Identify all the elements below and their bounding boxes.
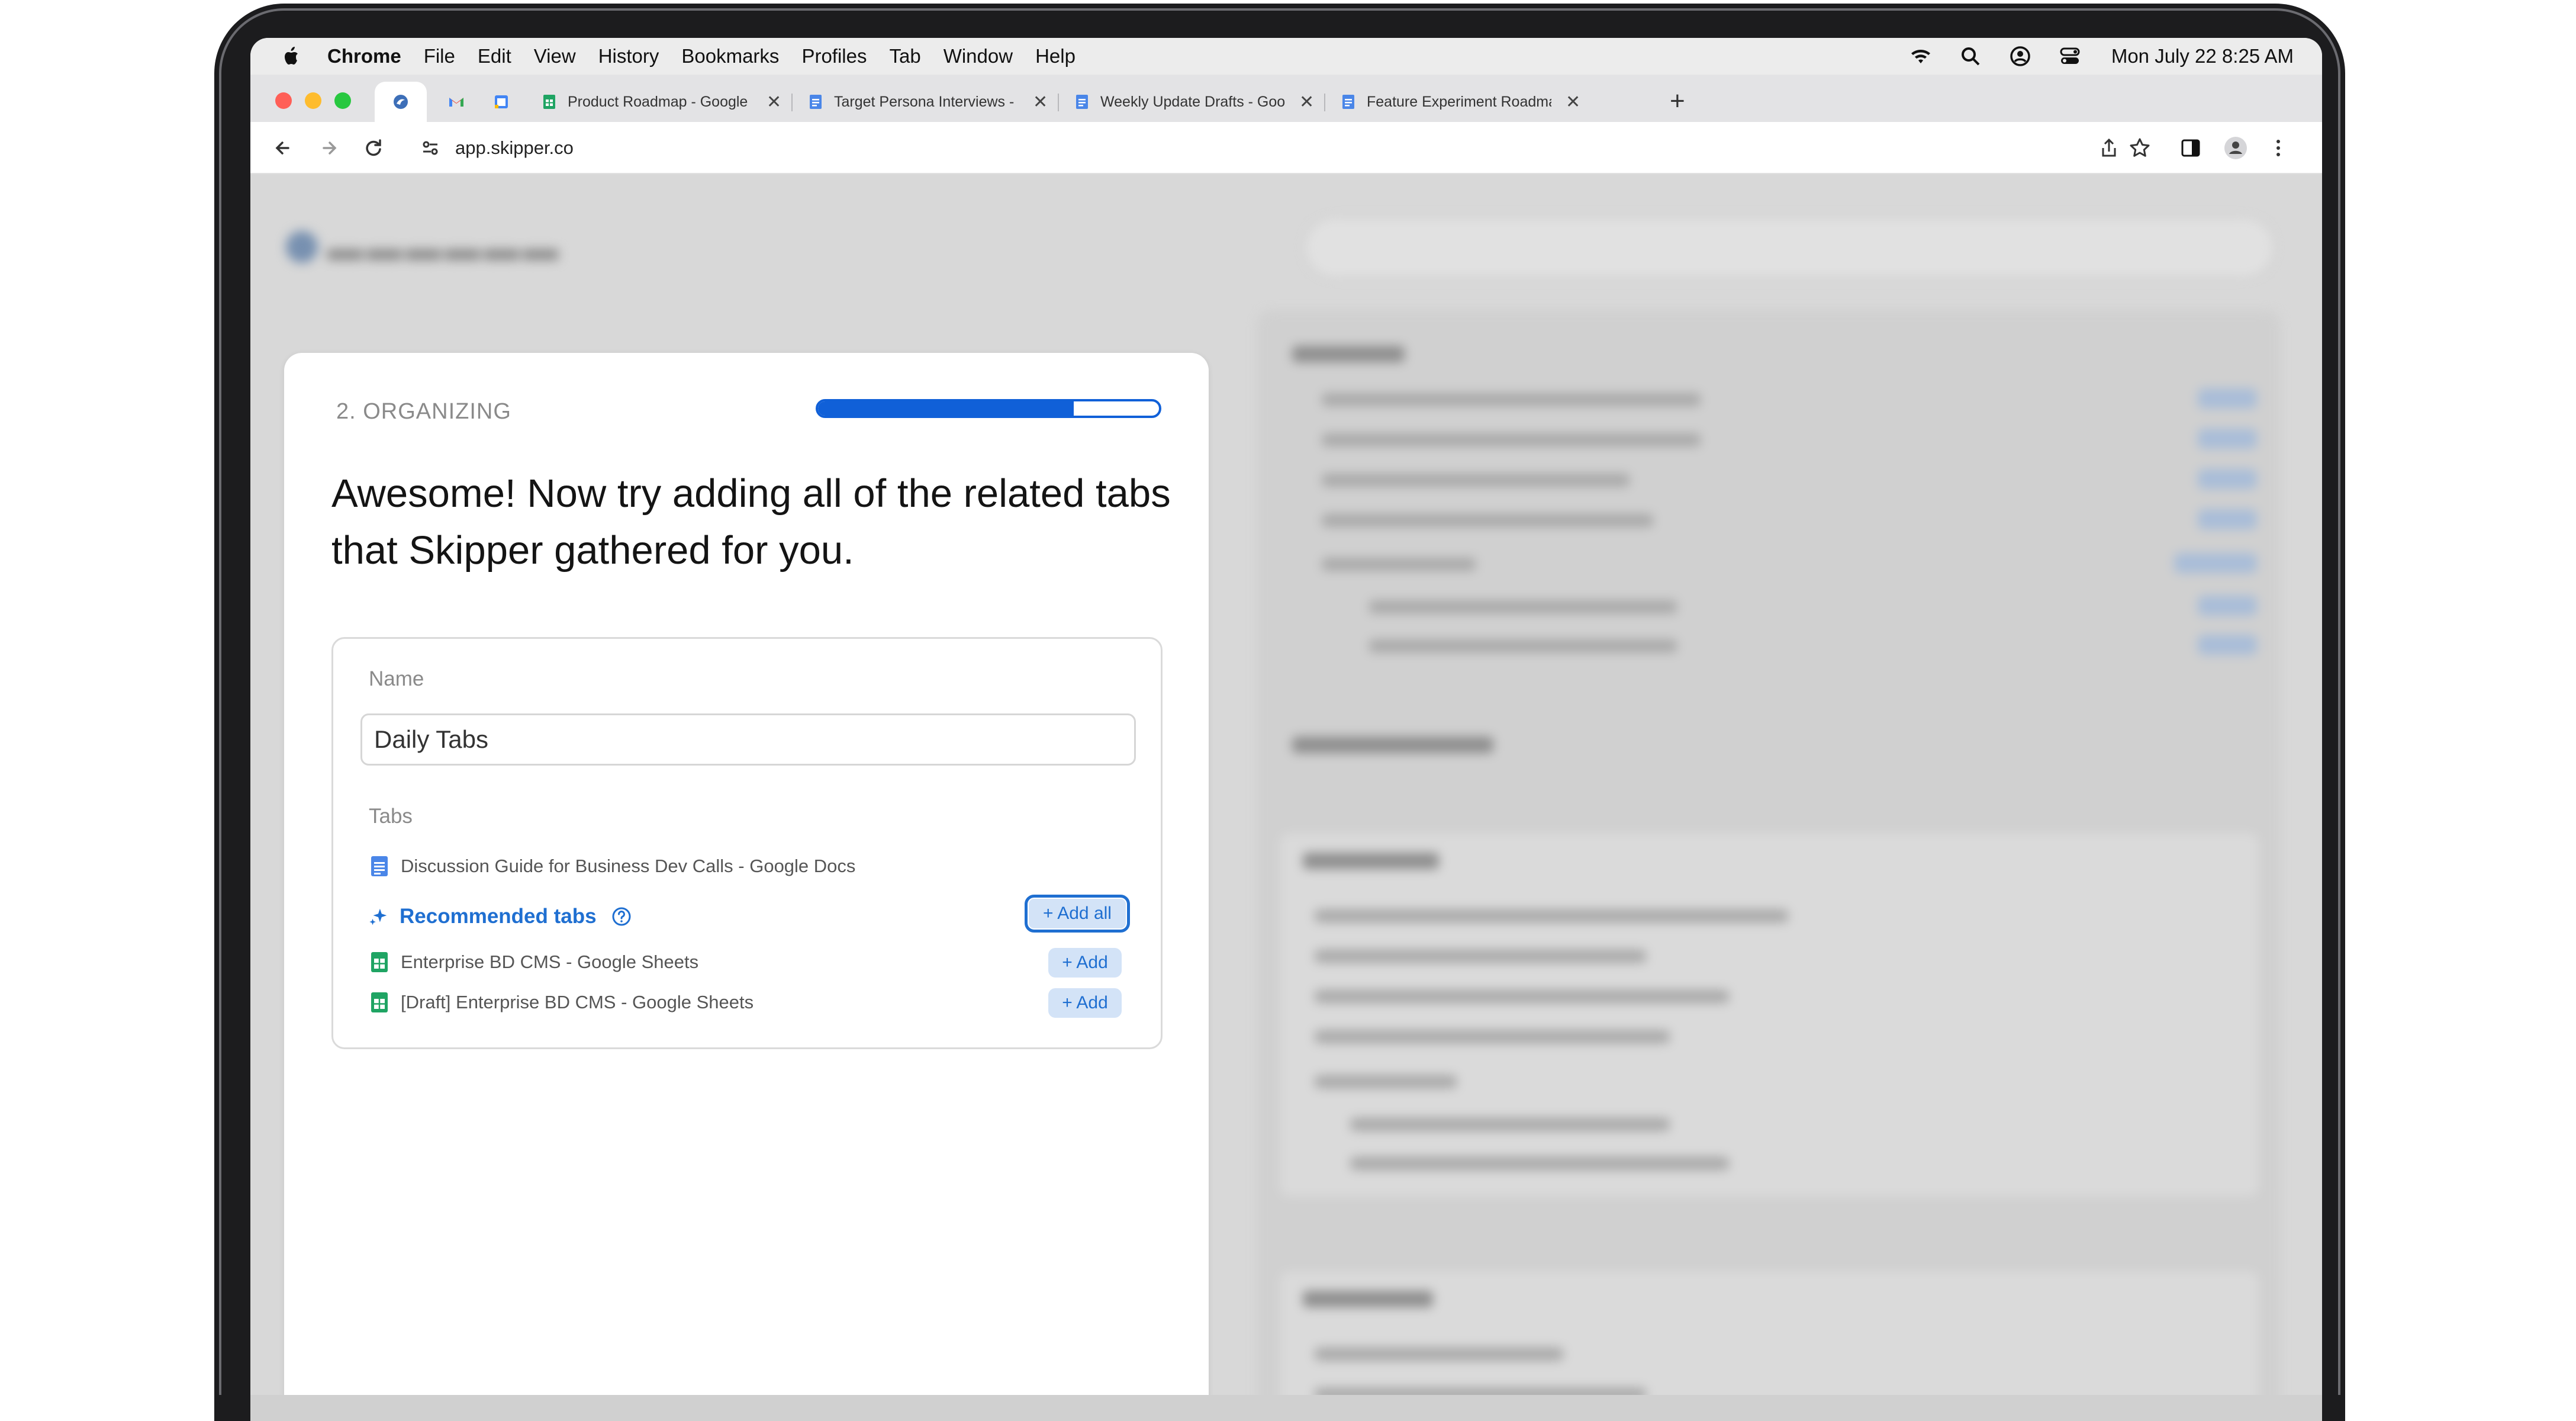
name-label: Name [369,667,424,690]
address-bar-url[interactable]: app.skipper.co [455,135,574,161]
spotlight-search-icon[interactable] [1959,44,1982,68]
chrome-menu-kebab-icon[interactable] [2265,135,2291,161]
pinned-tab-skipper[interactable] [375,82,427,122]
browser-toolbar: app.skipper.co [250,122,2322,174]
tabs-panel-blurred [1257,310,2281,1421]
macos-menu-bar: Chrome File Edit View History Bookmarks … [250,38,2322,75]
group-name-input[interactable]: Daily Tabs [360,713,1136,766]
tab-target-persona[interactable]: Target Persona Interviews - Google Docs … [795,82,1055,122]
progress-fill [818,401,1074,416]
menu-window[interactable]: Window [944,45,1013,67]
reload-icon[interactable] [360,135,387,161]
tab-product-roadmap[interactable]: Product Roadmap - Google Sheets ✕ [529,82,789,122]
tab-title: Target Persona Interviews - Google Docs [834,93,1019,110]
sheets-icon [543,95,555,109]
tabs-label: Tabs [369,805,413,828]
tab-title: Feature Experiment Roadmap [1367,93,1551,110]
apple-logo-icon[interactable] [280,44,304,68]
control-center-icon[interactable] [2058,44,2082,68]
side-panel-icon[interactable] [2178,135,2204,161]
gmail-icon [449,98,463,107]
new-tab-plus-icon[interactable]: + [1670,86,1685,116]
tab-item-title: Enterprise BD CMS - Google Sheets [401,951,699,972]
share-icon[interactable] [2096,135,2122,161]
calendar-icon [495,95,508,108]
menu-tab[interactable]: Tab [889,45,920,67]
onboarding-heading: Awesome! Now try adding all of the relat… [331,471,1171,573]
laptop-screen: Chrome File Edit View History Bookmarks … [250,38,2322,1421]
menu-profiles[interactable]: Profiles [801,45,867,67]
help-question-icon[interactable] [611,906,632,927]
menu-history[interactable]: History [598,45,659,67]
tab-group-form: Name Daily Tabs Tabs Discussion Guide fo… [331,637,1163,1049]
menu-bookmarks[interactable]: Bookmarks [681,45,779,67]
list-item[interactable]: [Draft] Enterprise BD CMS - Google Sheet… [368,989,754,1015]
menu-bar-status: Mon July 22 8:25 AM [1883,38,2294,75]
pinned-tab-gmail[interactable] [439,82,474,122]
back-arrow-icon[interactable] [271,135,297,161]
tab-close-icon[interactable]: ✕ [1033,92,1048,112]
pinned-tab-calendar[interactable] [484,82,519,122]
tab-separator [1324,94,1325,111]
laptop-screen-bottom [250,1395,2322,1421]
tab-weekly-update[interactable]: Weekly Update Drafts - Google Docs ✕ [1061,82,1322,122]
menu-chrome[interactable]: Chrome [327,45,401,67]
tab-close-icon[interactable]: ✕ [1566,92,1580,112]
browser-tab-strip: Product Roadmap - Google Sheets ✕ Target… [250,75,2322,122]
onboarding-step-label: 2. ORGANIZING [336,399,511,424]
menu-bar-clock[interactable]: Mon July 22 8:25 AM [2111,45,2294,67]
add-tab-button[interactable]: + Add [1048,988,1122,1018]
list-item[interactable]: Enterprise BD CMS - Google Sheets [368,949,698,975]
add-all-button[interactable]: + Add all [1025,895,1130,933]
list-item[interactable]: Discussion Guide for Business Dev Calls … [368,853,855,879]
skipper-logo-blurred: ▬▬▬▬▬▬ [327,228,562,268]
site-settings-icon[interactable] [417,135,443,161]
bookmark-star-icon[interactable] [2127,135,2153,161]
docs-icon [810,95,822,109]
window-close-button[interactable] [275,92,292,109]
tab-title: Weekly Update Drafts - Google Docs [1100,93,1285,110]
tab-close-icon[interactable]: ✕ [1299,92,1314,112]
menu-view[interactable]: View [534,45,576,67]
sheets-icon [371,952,388,972]
onboarding-card: 2. ORGANIZING Awesome! Now try adding al… [284,353,1209,1421]
tab-close-icon[interactable]: ✕ [767,92,781,112]
recommended-tabs-header: Recommended tabs [368,902,632,931]
profile-avatar-icon[interactable] [2223,135,2249,161]
user-account-icon[interactable] [2008,44,2032,68]
docs-icon [1076,95,1088,109]
skipper-icon [394,95,408,109]
tab-feature-experiment[interactable]: Feature Experiment Roadmap ✕ [1328,82,1588,122]
docs-icon [371,856,388,876]
wifi-icon[interactable] [1909,44,1933,68]
skipper-logo-icon [286,231,318,263]
sheets-icon [371,992,388,1012]
tab-separator [791,94,793,111]
recommended-tabs-label: Recommended tabs [400,905,597,928]
tab-title: Product Roadmap - Google Sheets [568,93,752,110]
menu-help[interactable]: Help [1035,45,1076,67]
menu-edit[interactable]: Edit [478,45,511,67]
window-zoom-button[interactable] [334,92,351,109]
menu-file[interactable]: File [424,45,455,67]
tab-item-title: Discussion Guide for Business Dev Calls … [401,856,856,876]
search-bar-blurred [1304,217,2275,278]
onboarding-progress-bar [816,399,1161,418]
window-minimize-button[interactable] [305,92,321,109]
forward-arrow-icon[interactable] [315,135,342,161]
add-tab-button[interactable]: + Add [1048,948,1122,978]
tab-item-title: [Draft] Enterprise BD CMS - Google Sheet… [401,992,754,1012]
tab-separator [1058,94,1059,111]
docs-icon [1342,95,1354,109]
sparkle-icon [369,908,387,925]
skipper-app-page: ▬▬▬▬▬▬ 2. ORGANIZING Awesome! Now try ad… [250,174,2322,1421]
